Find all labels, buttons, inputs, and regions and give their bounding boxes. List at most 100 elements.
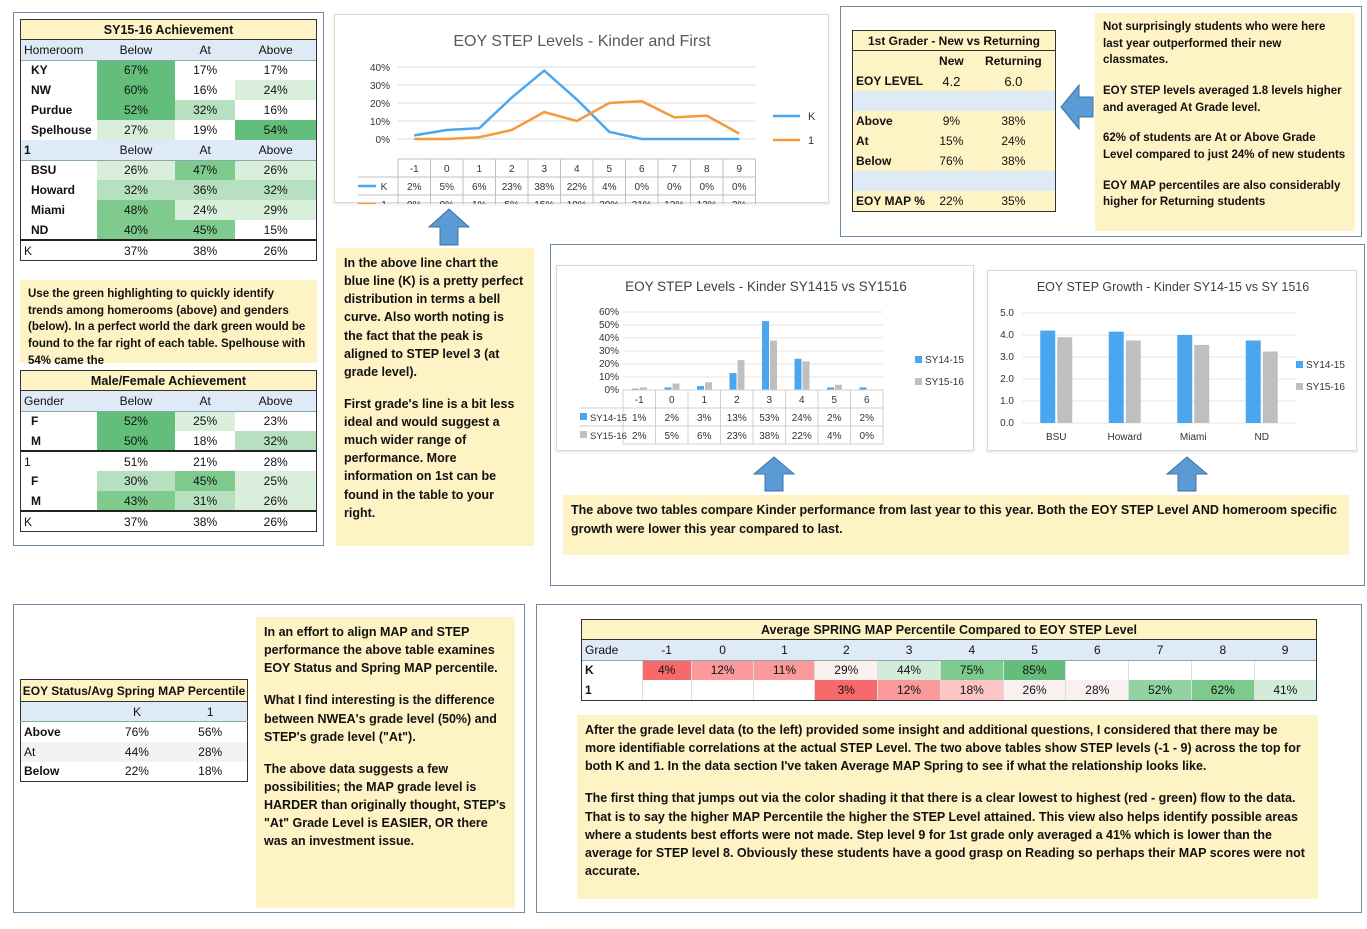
total-cell-at: 38%	[174, 239, 236, 260]
gender-total-row: 1 51% 21% 28%	[21, 450, 316, 471]
achievement-cell-at: 16%	[193, 83, 218, 97]
map-status-k: 76%	[124, 724, 149, 739]
step-bar-data-label: 4%	[827, 431, 842, 442]
achievement-header-cell: Below	[97, 140, 175, 161]
line-chart-xtick: 5	[606, 164, 612, 175]
line-chart-data-label: 0%	[440, 200, 455, 204]
eoy-level-row: EOY LEVEL 4.2 6.0	[853, 71, 1055, 91]
up-arrow-icon	[1165, 456, 1209, 492]
map-status-table-wrap: EOY Status/Avg Spring MAP Percentile K 1…	[20, 679, 248, 782]
line-chart-data-label: 13%	[697, 200, 717, 204]
line-note-p2: First grade's line is a bit less ideal a…	[344, 396, 515, 520]
achievement-cell-below: 52%	[97, 100, 175, 120]
homeroom-name: BSU	[31, 163, 57, 178]
total-label: K	[21, 239, 97, 260]
line-chart-xtick: 9	[736, 164, 742, 175]
achievement-cell-below: 48%	[97, 200, 175, 220]
step-bar-table-key	[580, 413, 587, 420]
step-growth-bar-chart: EOY STEP Growth - Kinder SY14-15 vs SY 1…	[1000, 280, 1345, 443]
homeroom-name: Spelhouse	[31, 123, 92, 137]
map-step-cell	[1065, 660, 1129, 680]
step-bar-xtick: -1	[635, 395, 644, 406]
growth-bar-xtick: BSU	[1046, 432, 1067, 443]
step-bar-xtick: 3	[766, 395, 772, 406]
growth-bar-legend-key	[1296, 383, 1303, 390]
map-step-note: After the grade level data (to the left)…	[577, 715, 1318, 899]
step-levels-bar-chart: EOY STEP Levels - Kinder SY1415 vs SY151…	[579, 279, 964, 445]
step-bar-xtick: 6	[864, 395, 870, 406]
map-step-header-cell: 2	[814, 640, 878, 661]
line-chart-table-series: 1	[381, 200, 387, 204]
map-new: 22%	[939, 194, 964, 208]
map-status-first: 18%	[198, 764, 223, 779]
map-label: EOY MAP %	[856, 194, 925, 208]
col-returning: Returning	[985, 54, 1042, 68]
map-step-header-cell: 0	[691, 640, 754, 661]
line-chart: EOY STEP Levels - Kinder and First 0% 1 0% 2…	[358, 33, 816, 214]
map-step-cell: 85%	[1002, 660, 1066, 680]
map-status-first: 56%	[198, 724, 223, 739]
step-bar-data-label: 6%	[697, 431, 712, 442]
map-step-header-cell: 7	[1128, 640, 1192, 661]
achievement-cell-below: 32%	[97, 180, 175, 200]
gender-header-cell: Below	[97, 391, 175, 412]
map-step-cell: 28%	[1065, 680, 1129, 700]
line-chart-data-label: 1%	[472, 200, 487, 204]
map-step-cell	[690, 680, 754, 700]
line-chart-data-label: 15%	[534, 200, 554, 204]
achievement-cell-at: 36%	[174, 180, 236, 200]
growth-bar-ytick: 4.0	[1000, 330, 1014, 341]
returning-panel: 1st Grader - New vs Returning New Return…	[840, 6, 1362, 237]
map-step-cell: 3%	[814, 680, 878, 700]
growth-bar-ytick: 3.0	[1000, 352, 1014, 363]
gender-cell-at: 45%	[174, 471, 236, 491]
line-chart-data-label: 0%	[732, 182, 747, 193]
map-step-header-cell: 3	[877, 640, 941, 661]
step-bar	[794, 358, 802, 390]
homeroom-name: Purdue	[31, 103, 73, 117]
line-chart-title: EOY STEP Levels - Kinder and First	[453, 33, 711, 50]
step-bar-table-series: SY15-16	[590, 431, 627, 442]
achievement-row: ND 40% 45% 15%	[21, 220, 316, 240]
gender-total-label: 1	[21, 450, 97, 471]
returning-header-row: New Returning	[853, 51, 1055, 71]
gender-name: M	[31, 493, 41, 508]
line-chart-data-label: 38%	[534, 182, 554, 193]
line-chart-xtick: 6	[639, 164, 645, 175]
step-bar	[770, 340, 777, 390]
col-new: New	[939, 54, 964, 68]
gender-cell-below: 30%	[97, 471, 175, 491]
achievement-cell-below: 27%	[97, 120, 175, 140]
gender-total-at: 21%	[174, 450, 236, 471]
map-step-header-cell: -1	[642, 640, 692, 661]
line-chart-data-label: 0%	[667, 182, 682, 193]
step-bar-data-label: 53%	[759, 413, 779, 424]
achievement-cell-above: 16%	[263, 103, 288, 117]
line-chart-data-label: 21%	[632, 200, 652, 204]
up-arrow-icon	[427, 208, 471, 246]
blank-row	[853, 91, 1055, 111]
returning-note-p2: EOY STEP levels averaged 1.8 levels high…	[1103, 85, 1342, 114]
map-step-header-row: Grade -1 0 1 2 3 4 5 6 7 8 9	[582, 640, 1316, 661]
map-step-cell	[1190, 660, 1255, 680]
map-status-k: 22%	[124, 764, 149, 779]
step-bar-chart-title: EOY STEP Levels - Kinder SY1415 vs SY151…	[625, 279, 907, 294]
returning-title: 1st Grader - New vs Returning	[853, 31, 1055, 51]
step-bar-legend-label: SY14-15	[925, 355, 964, 366]
achievement-first-header: 1 Below At Above	[21, 140, 316, 161]
line-chart-data-label: 5%	[505, 200, 520, 204]
map-step-header-cell: 4	[940, 640, 1004, 661]
gender-cell-at: 25%	[174, 411, 236, 431]
growth-bar-legend-label: SY14-15	[1306, 360, 1345, 371]
line-chart-xtick: 4	[574, 164, 580, 175]
step-bar	[835, 384, 842, 390]
line-chart-ytick: 30%	[370, 81, 390, 92]
returning-row-returning: 24%	[1001, 134, 1026, 148]
growth-bar-ytick: 5.0	[1000, 308, 1014, 319]
step-bar-data-label: 3%	[697, 413, 712, 424]
homeroom-name: Howard	[31, 183, 76, 197]
step-bar-ytick: 60%	[599, 307, 619, 318]
line-chart-card: EOY STEP Levels - Kinder and First 0% 1 0% 2…	[334, 14, 829, 214]
line-chart-data-label: 6%	[472, 182, 487, 193]
map-step-panel: Average SPRING MAP Percentile Compared t…	[536, 604, 1362, 913]
